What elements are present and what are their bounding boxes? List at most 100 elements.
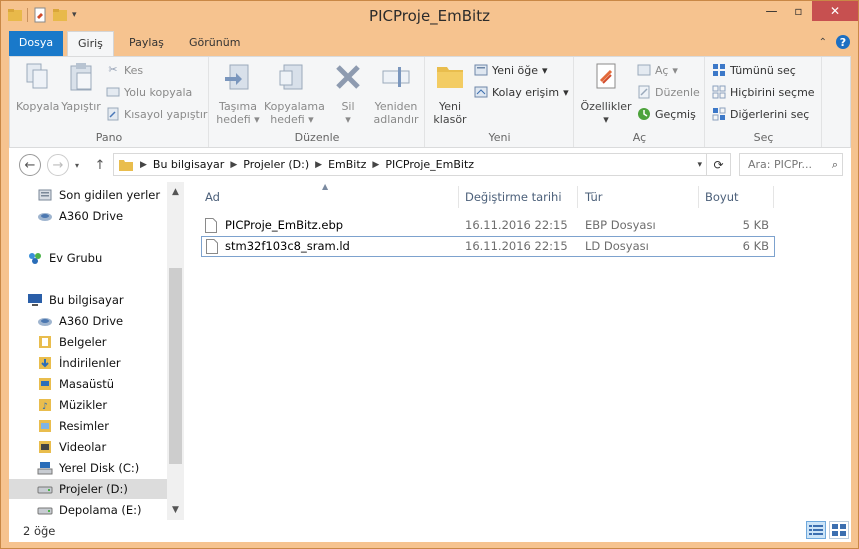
search-input[interactable]: Ara: PICPr... [748,158,812,171]
kes-button[interactable]: ✂ Kes [106,63,143,77]
digerlerini-sec-button[interactable]: Diğerlerini seç [712,107,809,121]
breadcrumb-embitz[interactable]: EmBitz [328,158,366,171]
gecmis-button[interactable]: Geçmiş [637,107,696,121]
table-row[interactable]: stm32f103c8_sram.ld 16.11.2016 22:15 LD … [201,236,775,257]
nav-item-videolar[interactable]: Videolar [37,437,106,457]
nav-item-belgeler[interactable]: Belgeler [37,332,107,352]
breadcrumb-separator[interactable]: ▶ [140,160,147,170]
nav-pane-scrollbar[interactable]: ▲ ▼ [167,182,184,520]
nav-item-son-gidilen-yerler[interactable]: Son gidilen yerler [37,185,160,205]
details-view-button[interactable] [806,521,826,539]
breadcrumb-separator[interactable]: ▶ [372,160,379,170]
column-divider[interactable] [773,186,774,208]
nav-item-a360-drive[interactable]: A360 Drive [37,206,123,226]
breadcrumb-projeler[interactable]: Projeler (D:) [243,158,309,171]
chevron-down-icon: ▾ [74,160,79,170]
breadcrumb-bu-bilgisayar[interactable]: Bu bilgisayar [153,158,224,171]
delete-x-icon [336,65,360,89]
large-icons-view-button[interactable] [829,521,849,539]
file-icon [206,239,218,254]
nav-item-bu-bilgisayar[interactable]: Bu bilgisayar [27,290,124,310]
breadcrumb-separator[interactable]: ▶ [315,160,322,170]
copy-path-icon [106,87,120,97]
minimize-button[interactable]: — [758,1,785,21]
sil-button[interactable]: Sil ▾ [330,61,366,126]
forward-button[interactable]: → [47,154,69,176]
column-header-tur[interactable]: Tür [585,190,602,210]
nav-item-resimler[interactable]: Resimler [37,416,109,436]
documents-icon [39,336,51,348]
yeniden-adlandir-button[interactable]: Yeniden adlandır [372,61,420,126]
scroll-up-icon[interactable]: ▲ [167,184,184,200]
file-name[interactable]: PICProje_EmBitz.ebp [225,218,343,232]
group-pano: Kopyala Yapıştır ✂ Kes Yolu kopyala Kısa… [10,57,209,147]
scroll-thumb[interactable] [169,268,182,464]
column-header-degistirme-tarihi[interactable]: Değiştirme tarihi [465,190,562,210]
scroll-down-icon[interactable]: ▼ [167,502,184,518]
breadcrumb-picproje-embitz[interactable]: PICProje_EmBitz [385,158,474,171]
nav-item-ev-grubu[interactable]: Ev Grubu [27,248,102,268]
back-button[interactable]: ← [19,154,41,176]
yapistir-button[interactable]: Yapıştır [60,61,102,113]
tumunu-sec-button[interactable]: Tümünü seç [712,63,796,77]
nav-item-masaustu[interactable]: Masaüstü [37,374,114,394]
tab-gorunum[interactable]: Görünüm [179,31,250,56]
column-divider[interactable] [698,186,699,208]
large-icons-view-icon [832,524,846,536]
scissors-icon: ✂ [108,63,118,76]
yeni-klasor-button[interactable]: Yeni klasör [432,61,468,126]
help-icon[interactable]: ? [835,34,851,50]
tab-paylas[interactable]: Paylaş [119,31,174,56]
easy-access-icon [474,86,488,98]
ribbon-tabs: Dosya Giriş Paylaş Görünüm ⌃ ? [9,31,851,56]
drive-icon [37,507,53,515]
close-button[interactable]: ✕ [812,1,858,21]
cloud-drive-icon [38,213,52,221]
ozellikler-button[interactable]: Özellikler ▾ [579,61,633,126]
nav-item-yerel-disk-c[interactable]: Yerel Disk (C:) [37,458,139,478]
system-drive-icon [37,462,53,475]
breadcrumb-separator[interactable]: ▶ [230,160,237,170]
copy-icon [26,63,48,89]
table-row[interactable]: PICProje_EmBitz.ebp 16.11.2016 22:15 EBP… [201,215,775,236]
nav-item-muzikler[interactable]: ♪ Müzikler [37,395,107,415]
file-type: EBP Dosyası [585,218,656,232]
kolay-erisim-button[interactable]: Kolay erişim ▾ [474,85,569,99]
kisayol-yapistir-button[interactable]: Kısayol yapıştır [106,107,207,121]
address-dropdown-icon[interactable]: ▾ [697,160,702,170]
recent-locations-button[interactable]: ▾ [71,154,83,176]
file-size: 5 KB [742,218,769,232]
forward-arrow-icon: → [52,157,64,173]
nav-item-a360-drive-2[interactable]: A360 Drive [37,311,123,331]
column-header-ad[interactable]: Ad [205,190,220,210]
status-bar: 2 öğe [9,520,851,542]
column-divider[interactable] [577,186,578,208]
yeni-oge-button[interactable]: Yeni öğe ▾ [474,63,548,77]
column-header-boyut[interactable]: Boyut [705,190,739,210]
up-button[interactable]: ↑ [89,154,111,176]
nav-item-indirilenler[interactable]: İndirilenler [37,353,121,373]
duzenle-button[interactable]: Düzenle [637,85,700,99]
kopyala-button[interactable]: Kopyala [16,61,59,113]
refresh-button[interactable]: ⟳ [707,153,731,176]
search-box[interactable]: Ara: PICPr... ⌕ [739,153,843,176]
nav-item-projeler-d[interactable]: Projeler (D:) [9,479,167,499]
group-title-yeni: Yeni [488,131,511,144]
file-name[interactable]: stm32f103c8_sram.ld [225,239,350,253]
address-bar[interactable]: ▶ Bu bilgisayar ▶ Projeler (D:) ▶ EmBitz… [113,153,707,176]
kopyalama-hedefi-button[interactable]: Kopyalama hedefi ▾ [264,61,325,126]
ac-button[interactable]: Aç ▾ [637,63,678,77]
move-to-icon [225,64,249,90]
back-arrow-icon: ← [24,157,36,173]
column-divider[interactable] [458,186,459,208]
tab-dosya[interactable]: Dosya [9,31,63,56]
computer-icon [28,294,42,306]
nav-item-depolama-e[interactable]: Depolama (E:) [37,500,142,520]
collapse-ribbon-icon[interactable]: ⌃ [819,37,827,48]
tasima-hedefi-button[interactable]: Taşıma hedefi ▾ [214,61,262,126]
yolu-kopyala-button[interactable]: Yolu kopyala [106,85,192,99]
tab-giris[interactable]: Giriş [67,31,114,56]
videos-icon [39,441,51,453]
maximize-button[interactable]: ▫ [785,1,812,21]
hicbirini-secme-button[interactable]: Hiçbirini seçme [712,85,815,99]
